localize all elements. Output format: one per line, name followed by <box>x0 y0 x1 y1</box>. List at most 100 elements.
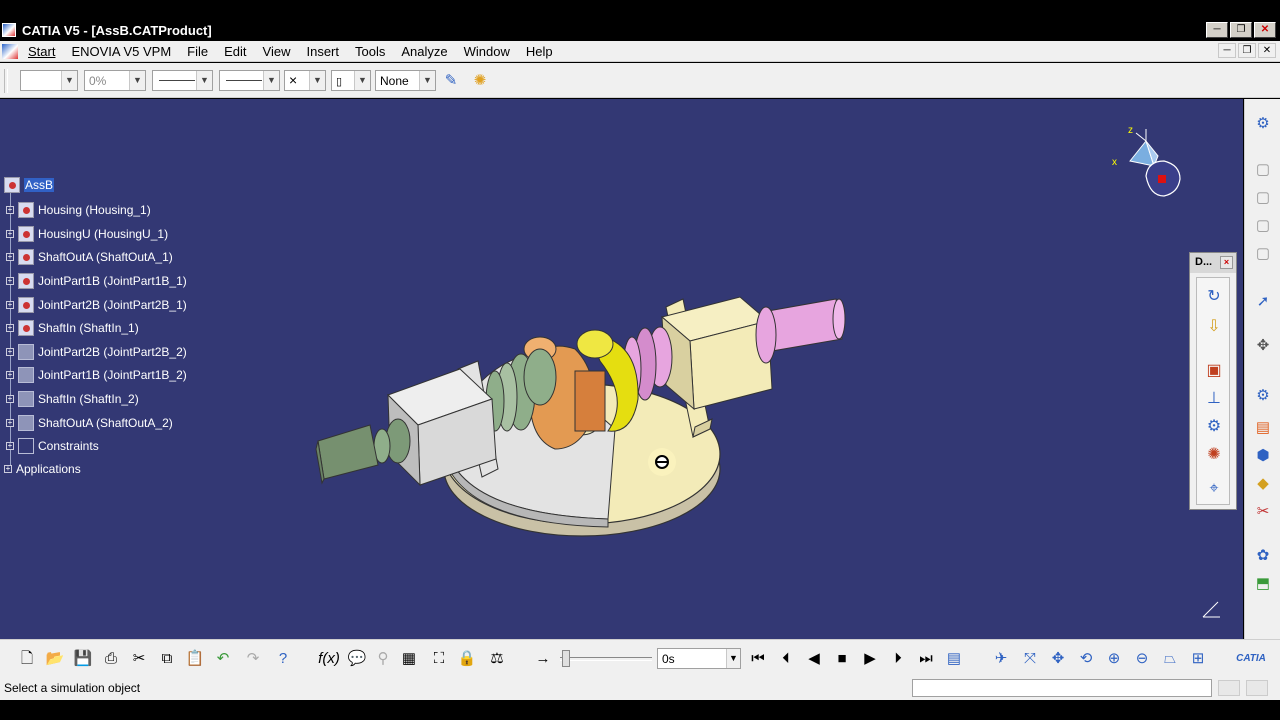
tree-node-label[interactable]: ShaftIn (ShaftIn_2) <box>38 392 139 406</box>
tree-node-label[interactable]: Constraints <box>38 439 99 453</box>
simulation-slider-thumb[interactable] <box>562 650 570 667</box>
manipulate-icon[interactable]: ✥ <box>1252 335 1274 357</box>
menu-start[interactable]: Start <box>20 44 63 59</box>
zoom-in-icon[interactable]: ⊕ <box>1103 648 1125 670</box>
analysis-icon[interactable]: ⚖ <box>486 648 508 670</box>
workbench-icon[interactable]: ⚙ <box>1252 113 1274 135</box>
doc-close-button[interactable]: ✕ <box>1258 43 1276 58</box>
toolbar-handle[interactable] <box>4 69 8 93</box>
mechanism-analysis-icon[interactable]: ⚙ <box>1252 385 1274 407</box>
step-back-icon[interactable]: ⏴ <box>775 648 797 670</box>
expand-icon[interactable]: + <box>6 230 14 238</box>
tree-node-label[interactable]: ShaftOutA (ShaftOutA_2) <box>38 416 173 430</box>
expand-icon[interactable]: + <box>6 301 14 309</box>
generate-video-icon[interactable]: ▣ <box>1203 360 1225 382</box>
menu-analyze[interactable]: Analyze <box>393 44 455 59</box>
format-painter-icon[interactable]: ✎ <box>440 70 462 92</box>
save-icon[interactable]: 💾 <box>72 648 94 670</box>
line-type-combo[interactable]: ▼ <box>219 70 280 91</box>
zoom-out-icon[interactable]: ⊖ <box>1131 648 1153 670</box>
update-icon[interactable]: ⬒ <box>1252 573 1274 595</box>
expand-icon[interactable]: + <box>6 253 14 261</box>
joint-icon[interactable]: ▢ <box>1252 187 1274 209</box>
expand-icon[interactable]: + <box>6 277 14 285</box>
compass-widget[interactable]: x z <box>1108 121 1188 201</box>
clash-detection-icon[interactable]: ⊥ <box>1203 388 1225 410</box>
knowledge-advisor-icon[interactable]: 💬 <box>346 648 368 670</box>
tree-node-label[interactable]: HousingU (HousingU_1) <box>38 227 168 241</box>
restore-button[interactable]: ❐ <box>1230 22 1252 38</box>
whats-this-icon[interactable]: ? <box>272 648 294 670</box>
point-type-combo[interactable]: × ▼ <box>284 70 326 91</box>
graphic-properties-icon[interactable]: ✺ <box>469 70 491 92</box>
minimize-button[interactable]: ─ <box>1206 22 1228 38</box>
tree-node-constraints[interactable]: + Constraints <box>6 438 99 454</box>
fly-mode-icon[interactable]: ✈ <box>990 648 1012 670</box>
status-button-1[interactable] <box>1218 680 1240 696</box>
tree-node-applications[interactable]: + Applications <box>4 462 81 476</box>
tree-node-housingu-1[interactable]: + HousingU (HousingU_1) <box>6 226 168 242</box>
rotate-icon[interactable]: ⟲ <box>1075 648 1097 670</box>
catalog-icon[interactable]: ✿ <box>1252 545 1274 567</box>
tree-node-label[interactable]: JointPart2B (JointPart2B_1) <box>38 298 187 312</box>
swept-volume-icon[interactable]: ⌖ <box>1203 478 1225 500</box>
distance-band-icon[interactable]: ⬢ <box>1252 445 1274 467</box>
doc-minimize-button[interactable]: ─ <box>1218 43 1236 58</box>
dmu-kinematics-panel[interactable]: D... × ↻ ⇩ ▣ ⊥ ⚙ ✺ ⌖ <box>1189 252 1237 510</box>
expand-icon[interactable]: + <box>6 395 14 403</box>
menu-tools[interactable]: Tools <box>347 44 393 59</box>
fixed-part-icon[interactable]: ▢ <box>1252 215 1274 237</box>
menu-view[interactable]: View <box>255 44 299 59</box>
tree-node-jointpart1b-1[interactable]: + JointPart1B (JointPart1B_1) <box>6 273 187 289</box>
chevron-down-icon[interactable]: ▼ <box>354 71 370 90</box>
compile-simulation-icon[interactable]: ⇩ <box>1203 316 1225 338</box>
hierarchy-icon[interactable]: ⛶ <box>428 648 450 670</box>
line-thickness-combo[interactable]: ▼ <box>152 70 213 91</box>
menu-file[interactable]: File <box>179 44 216 59</box>
step-forward-icon[interactable]: ⏵ <box>887 648 909 670</box>
menu-help[interactable]: Help <box>518 44 561 59</box>
law-icon[interactable]: ◆ <box>1252 473 1274 495</box>
tree-node-jointpart2b-1[interactable]: + JointPart2B (JointPart2B_1) <box>6 297 187 313</box>
expand-icon[interactable]: + <box>6 206 14 214</box>
tree-node-label[interactable]: ShaftOutA (ShaftOutA_1) <box>38 250 173 264</box>
new-file-icon[interactable]: 🗋 <box>16 648 38 670</box>
chevron-down-icon[interactable]: ▼ <box>263 71 279 90</box>
tree-node-housing-1[interactable]: + Housing (Housing_1) <box>6 202 151 218</box>
play-forward-icon[interactable]: ▶ <box>859 648 881 670</box>
measure-icon[interactable]: ⚲ <box>372 648 394 670</box>
panel-title[interactable]: D... × <box>1190 253 1236 273</box>
rendering-style-combo[interactable]: ▯ ▼ <box>331 70 371 91</box>
menu-enovia[interactable]: ENOVIA V5 VPM <box>63 44 179 59</box>
tree-root-label[interactable]: AssB <box>24 178 55 192</box>
chevron-down-icon[interactable]: ▼ <box>419 71 435 90</box>
select-arrow-icon[interactable]: ➚ <box>1252 291 1274 313</box>
undo-icon[interactable]: ↶ <box>212 648 234 670</box>
expand-icon[interactable]: + <box>6 442 14 450</box>
expand-icon[interactable]: + <box>6 348 14 356</box>
copy-icon[interactable]: ⧉ <box>156 648 178 670</box>
tree-node-label[interactable]: JointPart1B (JointPart1B_2) <box>38 368 187 382</box>
tree-root[interactable]: AssB <box>4 177 55 193</box>
tree-node-label[interactable]: ShaftIn (ShaftIn_1) <box>38 321 139 335</box>
document-icon[interactable] <box>2 44 18 59</box>
grid-icon[interactable]: ▦ <box>398 648 420 670</box>
chevron-down-icon[interactable]: ▼ <box>129 71 145 90</box>
menu-insert[interactable]: Insert <box>298 44 347 59</box>
simulation-icon[interactable]: ↻ <box>1203 286 1225 308</box>
tree-node-jointpart1b-2[interactable]: + JointPart1B (JointPart1B_2) <box>6 367 187 383</box>
tree-node-label[interactable]: Applications <box>16 462 81 476</box>
close-button[interactable]: ✕ <box>1254 22 1276 38</box>
tools-icon[interactable]: ✂ <box>1252 501 1274 523</box>
expand-icon[interactable]: + <box>6 419 14 427</box>
catia-app-icon[interactable] <box>2 23 16 37</box>
layer-combo[interactable]: None ▼ <box>375 70 436 91</box>
assembly-constraints-icon[interactable]: ▢ <box>1252 243 1274 265</box>
tree-node-jointpart2b-2[interactable]: + JointPart2B (JointPart2B_2) <box>6 344 187 360</box>
print-icon[interactable]: ⎙ <box>100 648 122 670</box>
open-folder-icon[interactable]: 📂 <box>44 648 66 670</box>
3d-viewport[interactable]: x z AssB + Housing (Housing_1) + Housing… <box>0 99 1243 639</box>
play-backward-icon[interactable]: ◀ <box>803 648 825 670</box>
jump-to-end-icon[interactable]: ⏭ <box>915 648 937 670</box>
redo-icon[interactable]: ↷ <box>242 648 264 670</box>
